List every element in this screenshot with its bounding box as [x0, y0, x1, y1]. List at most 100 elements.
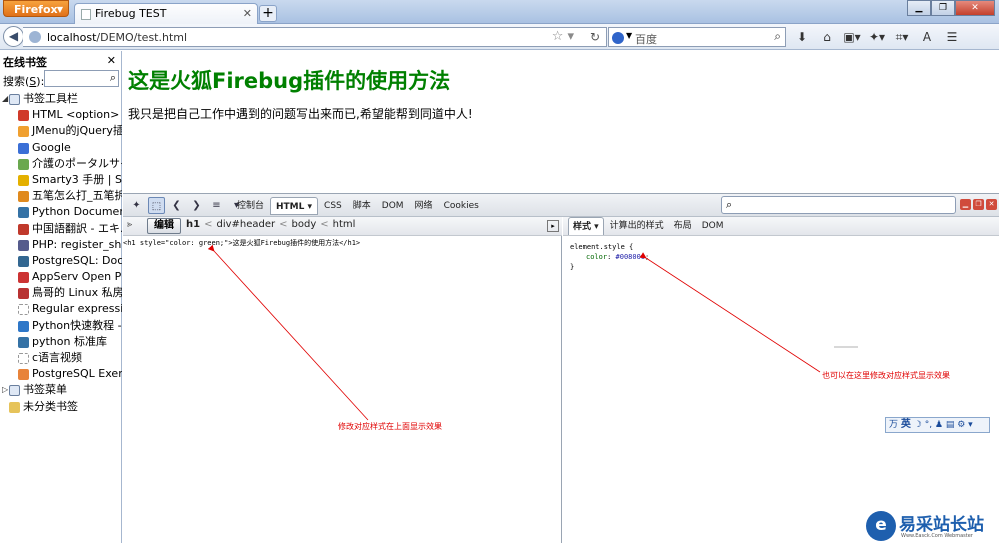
- bookmark-favicon-icon: [18, 272, 29, 284]
- bookmark-favicon-icon: [18, 191, 29, 203]
- bookmark-favicon-icon: [18, 158, 29, 170]
- menu-icon[interactable]: ☰: [942, 28, 962, 46]
- firebug-icon[interactable]: ✦▾: [867, 28, 887, 46]
- firebug-tab[interactable]: Cookies: [439, 197, 484, 215]
- navigation-bar: ◀ localhost/DEMO/test.html ☆ ▾ ↻ ▼ 百度 ⌕ …: [0, 24, 999, 50]
- bookmark-tree: ◢ 书签工具栏 HTML <option> ... JMenu的jQuery插..…: [0, 91, 122, 415]
- firebug-search-input[interactable]: ⌕: [721, 196, 956, 214]
- firebug-tab[interactable]: DOM: [377, 197, 409, 215]
- bookmark-star-icon[interactable]: ☆ ▾: [552, 29, 574, 44]
- bookmark-favicon-icon: [18, 126, 29, 138]
- folder-bookmarks-menu[interactable]: ▷ 书签菜单: [0, 382, 122, 398]
- url-bar[interactable]: localhost/DEMO/test.html ☆ ▾ ↻: [23, 27, 607, 47]
- firebug-tab[interactable]: 网络: [410, 197, 438, 215]
- sidebar-search-label: 搜索(S):: [3, 75, 45, 88]
- watermark-logo: e: [866, 511, 896, 541]
- side-panel-tab[interactable]: 布局: [670, 217, 696, 235]
- breadcrumb-item[interactable]: div#header: [216, 219, 275, 230]
- download-icon[interactable]: ⬇: [792, 28, 812, 46]
- firebug-tools: ✦ ⬚ ❮ ❯ ≡ ▾: [128, 197, 245, 214]
- maximize-button[interactable]: ❐: [931, 0, 955, 16]
- panel-options-icon[interactable]: ▸: [547, 220, 559, 232]
- search-bar[interactable]: ▼ 百度 ⌕: [608, 27, 786, 47]
- bookmark-item[interactable]: 五笔怎么打_五笔拆...: [0, 188, 122, 204]
- breadcrumb-item[interactable]: h1: [186, 219, 200, 230]
- forward-arrow-icon[interactable]: ❯: [188, 197, 205, 214]
- inspect-icon[interactable]: ⬚: [148, 197, 165, 214]
- firefox-menu-button[interactable]: Firefox ▼: [3, 0, 69, 17]
- folder-bookmarks-toolbar[interactable]: ◢ 书签工具栏: [0, 91, 122, 107]
- bookmark-favicon-icon: [18, 288, 29, 300]
- bookmark-item[interactable]: HTML <option> ...: [0, 107, 122, 123]
- close-sidebar-icon[interactable]: ✕: [107, 54, 116, 67]
- crop-icon[interactable]: ⌗▾: [892, 28, 912, 46]
- font-icon[interactable]: A: [917, 28, 937, 46]
- firebug-tab[interactable]: CSS: [319, 197, 347, 215]
- bookmark-item[interactable]: Regular expressio...: [0, 301, 122, 317]
- bookmark-label: Google: [32, 140, 71, 154]
- close-tab-icon[interactable]: ✕: [243, 7, 252, 20]
- bookmark-label: Python Document...: [32, 205, 122, 219]
- edit-button[interactable]: 编辑: [147, 218, 181, 234]
- expand-icon[interactable]: ◢: [2, 91, 8, 107]
- ime-symbols[interactable]: ☽ °, ♟ ▤ ⚙ ▾: [914, 420, 973, 430]
- firebug-tab[interactable]: 控制台: [232, 197, 269, 215]
- sidebar-search-input[interactable]: ⌕: [44, 70, 119, 87]
- firebug-tabs: 控制台 HTML ▾ CSS 脚本 DOM 网络 Cookies: [232, 197, 484, 215]
- css-declaration[interactable]: color: #008000;: [570, 252, 649, 262]
- bookmark-item[interactable]: PostgreSQL Exerci...: [0, 366, 122, 382]
- reload-icon[interactable]: ↻: [590, 30, 600, 44]
- bookmark-favicon-icon: [18, 304, 29, 316]
- bookmark-label: JMenu的jQuery插...: [32, 124, 122, 138]
- ime-toolbar[interactable]: 万 英 ☽ °, ♟ ▤ ⚙ ▾: [885, 417, 990, 433]
- bookmark-label: 五笔怎么打_五笔拆...: [32, 189, 122, 203]
- breadcrumb-item[interactable]: html: [333, 219, 356, 230]
- bookmark-label: PostgreSQL Exerci...: [32, 367, 122, 381]
- new-tab-button[interactable]: +: [259, 5, 277, 22]
- url-text: localhost/DEMO/test.html: [47, 31, 188, 44]
- side-panel-tab[interactable]: 计算出的样式: [606, 217, 668, 235]
- breadcrumb-separator: <: [279, 219, 288, 230]
- bookmark-favicon-icon: [18, 223, 29, 235]
- bookmark-item[interactable]: 介護のポータルサイ...: [0, 156, 122, 172]
- firebug-detach-button[interactable]: ❐: [973, 199, 984, 210]
- bookmark-item[interactable]: JMenu的jQuery插...: [0, 123, 122, 139]
- bookmark-item[interactable]: 鳥哥的 Linux 私房...: [0, 285, 122, 301]
- firebug-tab[interactable]: 脚本: [348, 197, 376, 215]
- bookmark-item[interactable]: AppServ Open Pro...: [0, 269, 122, 285]
- firebug-close-button[interactable]: ✕: [986, 199, 997, 210]
- back-arrow-icon[interactable]: ❮: [168, 197, 185, 214]
- bookmark-item[interactable]: PHP: register_shu...: [0, 237, 122, 253]
- bookmark-item[interactable]: c语言视频: [0, 350, 122, 366]
- breadcrumb-item[interactable]: body: [292, 219, 317, 230]
- back-button[interactable]: ◀: [3, 26, 24, 47]
- bookmark-item[interactable]: python 标准库: [0, 334, 122, 350]
- baidu-icon[interactable]: [612, 32, 624, 44]
- expand-icon[interactable]: ⪢: [127, 220, 132, 230]
- ime-language[interactable]: 英: [901, 419, 911, 430]
- bookmark-item[interactable]: Smarty3 手册 | S...: [0, 172, 122, 188]
- folder-unsorted-bookmarks[interactable]: 未分类书签: [0, 399, 122, 415]
- tab-firebug-test[interactable]: Firebug TEST ✕: [74, 3, 258, 24]
- close-window-button[interactable]: ✕: [955, 0, 995, 16]
- side-panel-tab[interactable]: 样式 ▾: [568, 217, 604, 235]
- bookmark-item[interactable]: PostgreSQL: Docu...: [0, 253, 122, 269]
- list-icon[interactable]: ≡: [208, 197, 225, 214]
- watermark-text: 易采站长站: [899, 515, 984, 535]
- bookmark-item[interactable]: 中国語翻訳 - エキ...: [0, 221, 122, 237]
- search-input[interactable]: 百度: [635, 31, 657, 47]
- minimize-button[interactable]: ▁: [907, 0, 931, 16]
- firebug-tab[interactable]: HTML ▾: [270, 197, 319, 215]
- bookmark-item[interactable]: Python Document...: [0, 204, 122, 220]
- screen-icon[interactable]: ▣▾: [842, 28, 862, 46]
- firebug-bug-icon[interactable]: ✦: [128, 197, 145, 214]
- bookmark-label: c语言视频: [32, 351, 83, 364]
- home-icon[interactable]: ⌂: [817, 28, 837, 46]
- search-icon[interactable]: ⌕: [774, 29, 781, 44]
- bookmark-item[interactable]: Python快速教程 - ...: [0, 318, 122, 334]
- firebug-minimize-button[interactable]: ▁: [960, 199, 971, 210]
- html-source-line[interactable]: <h1 style="color: green;">这是火狐Firebug插件的…: [123, 238, 360, 248]
- side-panel-tab[interactable]: DOM: [698, 217, 728, 235]
- collapse-icon[interactable]: ▷: [2, 382, 8, 398]
- bookmark-item[interactable]: Google: [0, 140, 122, 156]
